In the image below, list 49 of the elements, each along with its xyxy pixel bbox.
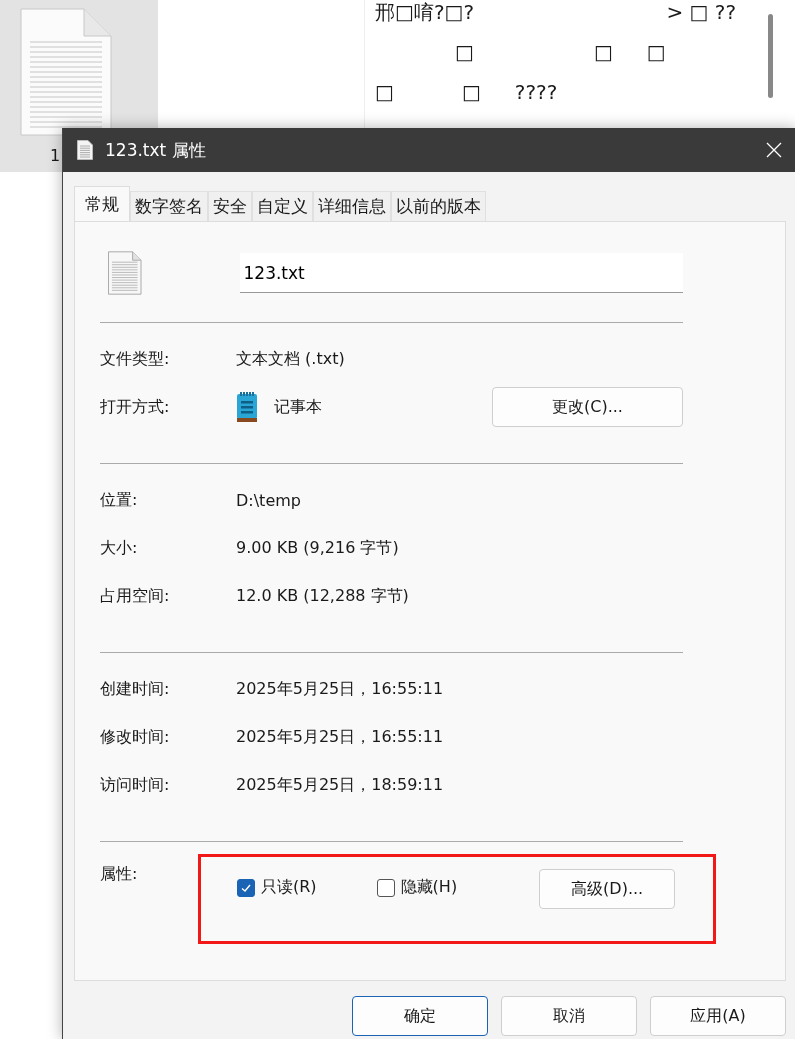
checkbox-box[interactable] [237,878,255,897]
field-label: 打开方式: [100,396,171,418]
field-value: 记事本 [274,396,323,418]
field-label: 占用空间: [100,585,171,607]
field-label: 修改时间: [100,726,171,748]
document-icon [77,140,93,160]
tab[interactable]: 常规 [74,186,130,221]
field-label: 位置: [100,489,139,511]
field-value: D:\temp [236,490,301,510]
garbled-text: □ [375,80,394,104]
file-name-field[interactable]: 123.txt [239,253,683,293]
field-value: 2025年5月25日，18:59:11 [236,774,444,796]
dialog-button[interactable]: 应用(A) [650,996,786,1036]
garbled-text: > □ ?? [666,0,736,24]
garbled-text: □ [593,40,613,64]
field-value: 2025年5月25日，16:55:11 [236,678,444,700]
field-label: 文件类型: [100,348,171,370]
checkbox[interactable]: 只读(R) [237,877,317,898]
file-label: 1 [50,146,61,165]
checkbox-box[interactable] [376,878,395,897]
tab[interactable]: 以前的版本 [391,191,486,221]
field-label: 大小: [100,537,139,559]
field-label: 创建时间: [100,678,171,700]
garbled-text: □ [461,80,481,104]
advanced-button[interactable]: 高级(D)... [539,869,676,909]
field-value: 9.00 KB (9,216 字节) [236,537,399,559]
tab[interactable]: 数字签名 [130,191,208,221]
field-label: 访问时间: [100,774,171,796]
checkbox-label: 隐藏(H) [400,877,458,898]
garbled-text: ???? [514,80,558,104]
garbled-text: 邢□唷?□? [375,0,475,26]
checkbox[interactable]: 隐藏(H) [376,877,458,898]
tab[interactable]: 自定义 [252,191,313,221]
change-button[interactable]: 更改(C)... [492,387,683,427]
checkbox-label: 只读(R) [261,877,317,898]
field-label: 属性: [100,864,139,885]
dialog-button[interactable]: 确定 [352,996,488,1036]
scrollbar-thumb[interactable] [768,14,773,98]
field-value: 12.0 KB (12,288 字节) [236,585,409,607]
garbled-text: □ [646,40,666,64]
garbled-text: □ [455,40,474,64]
dialog-button[interactable]: 取消 [501,996,637,1036]
tab[interactable]: 详细信息 [313,191,391,221]
document-icon [108,251,142,295]
field-value: 文本文档 (.txt) [236,348,345,370]
close-icon[interactable] [766,142,782,158]
tab[interactable]: 安全 [208,191,252,221]
field-value: 2025年5月25日，16:55:11 [236,726,444,748]
notepad-icon [236,391,258,423]
